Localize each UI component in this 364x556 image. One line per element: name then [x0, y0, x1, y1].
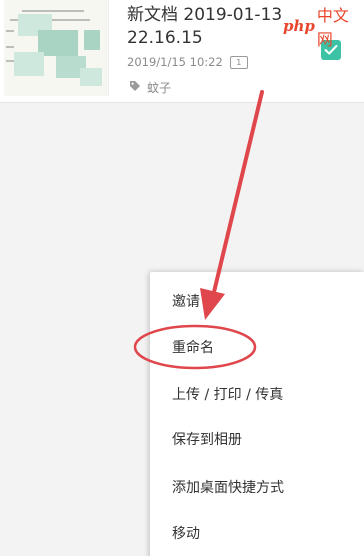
tag-label: 蚊子	[147, 81, 172, 95]
menu-item-move[interactable]: 移动	[150, 511, 364, 556]
menu-item-rename[interactable]: 重命名	[150, 325, 364, 371]
document-title[interactable]: 新文档 2019-01-13 22.16.15	[127, 4, 297, 50]
document-tag: 蚊子	[129, 79, 171, 96]
site-watermark: php 中文网	[283, 2, 364, 50]
screen: 新文档 2019-01-13 22.16.15 2019/1/15 10:22 …	[0, 0, 364, 556]
menu-item-add-shortcut[interactable]: 添加桌面快捷方式	[150, 465, 364, 511]
menu-item-upload-print-fax[interactable]: 上传 / 打印 / 传真	[150, 372, 364, 418]
context-menu: 邀请 重命名 上传 / 打印 / 传真 保存到相册 添加桌面快捷方式 移动	[150, 272, 364, 556]
watermark-cn: 中文网	[316, 6, 349, 49]
arrow-shaft	[212, 90, 264, 294]
menu-item-invite[interactable]: 邀请	[150, 279, 364, 325]
menu-item-save-to-album[interactable]: 保存到相册	[150, 417, 364, 463]
document-thumbnail[interactable]	[4, 0, 109, 96]
page-count-badge: 1	[229, 55, 248, 69]
document-date: 2019/1/15 10:22	[127, 55, 223, 69]
tag-icon	[129, 80, 141, 95]
watermark-php: php	[283, 17, 315, 35]
document-meta: 2019/1/15 10:22 1	[127, 55, 248, 69]
